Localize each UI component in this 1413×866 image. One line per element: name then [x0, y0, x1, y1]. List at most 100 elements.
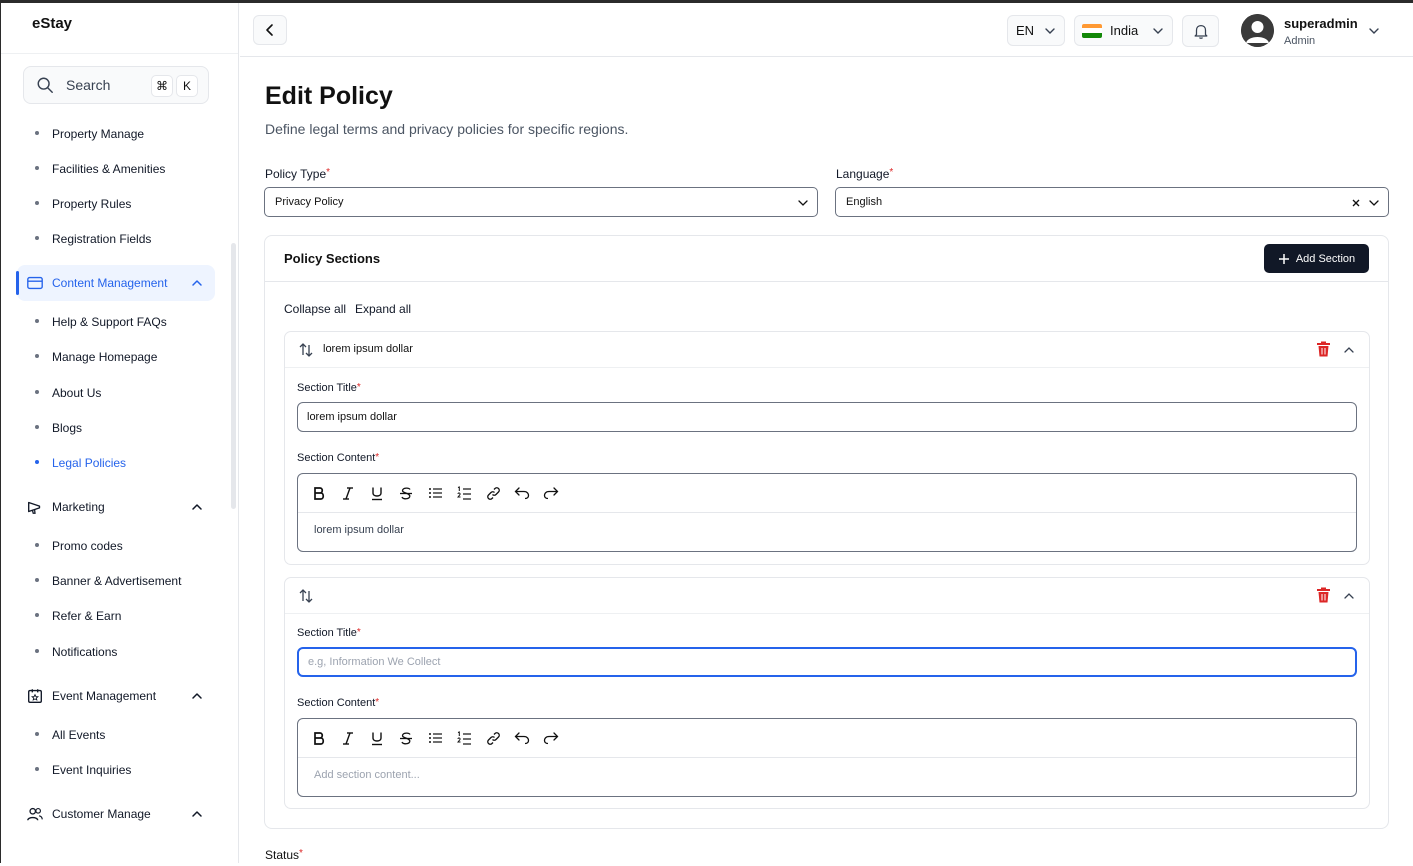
- sidebar-item-event-inquiries[interactable]: Event Inquiries: [52, 763, 131, 777]
- redo-icon[interactable]: [542, 484, 560, 502]
- underline-icon[interactable]: [368, 729, 386, 747]
- section-content-editor[interactable]: lorem ipsum dollar: [297, 473, 1357, 552]
- italic-icon[interactable]: [339, 484, 357, 502]
- top-header: EN India superadmin Admin: [240, 3, 1413, 57]
- link-icon[interactable]: [484, 484, 502, 502]
- sidebar-item-notifications[interactable]: Notifications: [52, 645, 117, 659]
- undo-icon[interactable]: [513, 484, 531, 502]
- section-title-label: Section Title*: [297, 382, 361, 394]
- sidebar-group-event-management[interactable]: Event Management: [17, 678, 215, 714]
- page-subtitle: Define legal terms and privacy policies …: [265, 121, 629, 137]
- bullet-icon: [35, 767, 39, 771]
- page-title: Edit Policy: [265, 82, 393, 110]
- collapse-all-button[interactable]: Collapse all: [284, 302, 346, 316]
- sidebar-item-about-us[interactable]: About Us: [52, 386, 101, 400]
- sidebar-item-property-rules[interactable]: Property Rules: [52, 197, 131, 211]
- search-box[interactable]: Search ⌘ K: [23, 66, 209, 104]
- chevron-up-icon[interactable]: [1343, 344, 1355, 356]
- policy-sections-card: Policy Sections Add Section Collapse all…: [264, 235, 1389, 829]
- italic-icon[interactable]: [339, 729, 357, 747]
- policy-type-select[interactable]: Privacy Policy: [264, 187, 818, 217]
- chevron-up-icon[interactable]: [191, 501, 203, 513]
- sidebar-item-facilities-amenities[interactable]: Facilities & Amenities: [52, 162, 165, 176]
- plus-icon: [1278, 253, 1289, 264]
- sidebar-item-help-support-faqs[interactable]: Help & Support FAQs: [52, 315, 167, 329]
- numbered-list-icon[interactable]: [455, 484, 473, 502]
- section-content-editor[interactable]: Add section content...: [297, 718, 1357, 797]
- section-header[interactable]: [285, 578, 1369, 614]
- card-title: Policy Sections: [284, 251, 381, 266]
- drag-sort-icon[interactable]: [298, 588, 314, 604]
- bullet-list-icon[interactable]: [426, 484, 444, 502]
- bullet-icon: [35, 319, 39, 323]
- bold-icon[interactable]: [310, 484, 328, 502]
- calendar-star-icon: [28, 689, 42, 703]
- link-icon[interactable]: [484, 729, 502, 747]
- shortcut-k-key: K: [176, 75, 198, 97]
- status-label: Status*: [265, 848, 303, 862]
- bell-icon: [1194, 24, 1207, 39]
- section-title-placeholder: e.g, Information We Collect: [308, 656, 441, 668]
- strikethrough-icon[interactable]: [397, 729, 415, 747]
- sidebar-item-legal-policies[interactable]: Legal Policies: [52, 456, 126, 470]
- editor-toolbar: [298, 474, 1356, 513]
- sidebar-item-registration-fields[interactable]: Registration Fields: [52, 232, 151, 246]
- policy-section-1: lorem ipsum dollar Section Title* lorem …: [284, 331, 1370, 565]
- trash-icon[interactable]: [1316, 341, 1331, 357]
- trash-icon[interactable]: [1316, 587, 1331, 603]
- redo-icon[interactable]: [542, 729, 560, 747]
- section-header[interactable]: lorem ipsum dollar: [285, 332, 1369, 368]
- section-title-input[interactable]: e.g, Information We Collect: [297, 647, 1357, 677]
- sidebar-item-manage-homepage[interactable]: Manage Homepage: [52, 350, 157, 364]
- user-name[interactable]: superadmin: [1284, 16, 1358, 31]
- chevron-up-icon[interactable]: [191, 808, 203, 820]
- chevron-down-icon: [1153, 28, 1163, 34]
- underline-icon[interactable]: [368, 484, 386, 502]
- chevron-left-icon: [266, 24, 273, 36]
- undo-icon[interactable]: [513, 729, 531, 747]
- sidebar-group-content-management[interactable]: Content Management: [16, 265, 215, 301]
- bullet-list-icon[interactable]: [426, 729, 444, 747]
- chevron-up-icon[interactable]: [1343, 590, 1355, 602]
- notifications-button[interactable]: [1182, 15, 1219, 47]
- user-avatar-icon: [1241, 14, 1274, 47]
- sidebar-item-refer-earn[interactable]: Refer & Earn: [52, 609, 121, 623]
- strikethrough-icon[interactable]: [397, 484, 415, 502]
- bullet-icon: [35, 236, 39, 240]
- language-selector[interactable]: EN: [1007, 15, 1065, 46]
- expand-all-button[interactable]: Expand all: [355, 302, 411, 316]
- back-button[interactable]: [253, 15, 287, 45]
- sidebar-item-promo-codes[interactable]: Promo codes: [52, 539, 123, 553]
- main-content: Edit Policy Define legal terms and priva…: [240, 58, 1413, 866]
- country-selector[interactable]: India: [1074, 15, 1173, 46]
- sidebar-item-property-manage[interactable]: Property Manage: [52, 127, 144, 141]
- search-label: Search: [66, 77, 111, 93]
- drag-sort-icon[interactable]: [298, 342, 314, 358]
- clear-icon[interactable]: [1350, 197, 1362, 209]
- sidebar-item-banner-advertisement[interactable]: Banner & Advertisement: [52, 574, 181, 588]
- bold-icon[interactable]: [310, 729, 328, 747]
- avatar[interactable]: [1241, 14, 1274, 47]
- numbered-list-icon[interactable]: [455, 729, 473, 747]
- chevron-down-icon: [1369, 200, 1379, 206]
- policy-type-label: Policy Type*: [265, 167, 331, 181]
- bullet-icon: [35, 460, 39, 464]
- divider: [1, 53, 238, 54]
- user-role: Admin: [1284, 35, 1316, 47]
- chevron-up-icon[interactable]: [191, 690, 203, 702]
- section-title-input[interactable]: lorem ipsum dollar: [297, 402, 1357, 432]
- sidebar-group-customer-manage[interactable]: Customer Manage: [17, 796, 215, 832]
- chevron-down-icon: [798, 200, 808, 206]
- sidebar-group-label: Event Management: [52, 689, 157, 703]
- sidebar-item-all-events[interactable]: All Events: [52, 728, 105, 742]
- brand-logo[interactable]: eStay: [32, 15, 72, 32]
- language-select[interactable]: English: [835, 187, 1389, 217]
- chevron-up-icon[interactable]: [191, 277, 203, 289]
- sidebar-item-blogs[interactable]: Blogs: [52, 421, 82, 435]
- bullet-icon: [35, 649, 39, 653]
- sidebar-group-marketing[interactable]: Marketing: [17, 489, 215, 525]
- section-title-label: Section Title*: [297, 627, 361, 639]
- add-section-button[interactable]: Add Section: [1264, 244, 1369, 273]
- chevron-down-icon[interactable]: [1368, 25, 1380, 37]
- sidebar-scrollbar[interactable]: [231, 243, 236, 509]
